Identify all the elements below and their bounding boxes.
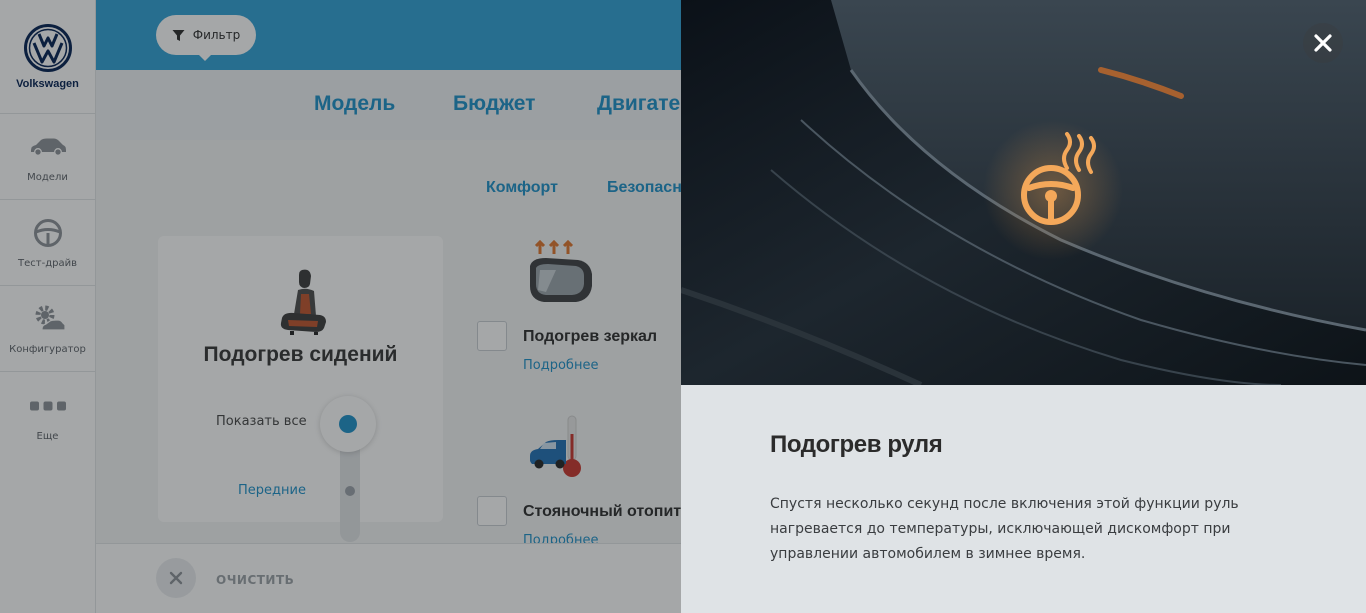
- feature-detail-modal: Подогрев руля Спустя несколько секунд по…: [681, 0, 1366, 613]
- close-modal-button[interactable]: [1303, 23, 1343, 63]
- modal-title: Подогрев руля: [770, 431, 943, 458]
- modal-body: Подогрев руля Спустя несколько секунд по…: [681, 385, 1366, 613]
- feature-photo: [681, 0, 1366, 385]
- modal-description: Спустя несколько секунд после включения …: [770, 496, 1239, 562]
- close-icon: [1314, 34, 1332, 52]
